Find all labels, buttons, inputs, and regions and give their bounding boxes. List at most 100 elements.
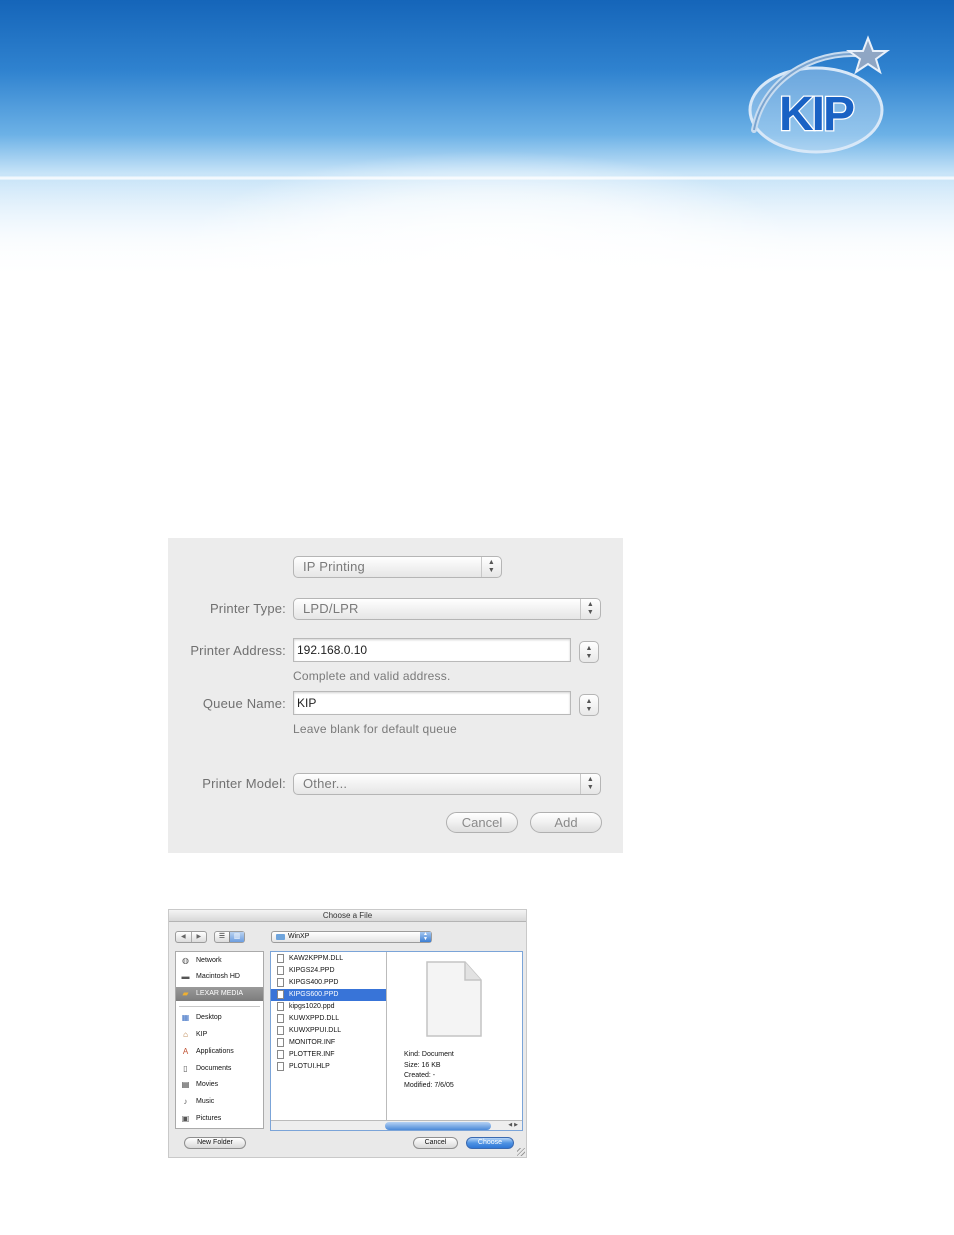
pictures-icon: ▣ — [181, 1114, 190, 1123]
file-browser: KAW2KPPM.DLL KIPGS24.PPD KIPGS400.PPD KI… — [270, 951, 523, 1131]
choose-file-dialog: Choose a File ◀ ▶ ☰ ▥ WinXP ▲ ▼ ◍ Network… — [168, 909, 527, 1158]
printer-type-popup[interactable]: LPD/LPR ▲ ▼ — [293, 598, 601, 620]
view-mode-buttons: ☰ ▥ — [214, 931, 245, 943]
file-name: KIPGS400.PPD — [289, 979, 339, 986]
removable-drive-icon: ▰ — [182, 989, 189, 998]
new-folder-button[interactable]: New Folder — [184, 1137, 246, 1149]
dialog-title: Choose a File — [169, 910, 526, 922]
sidebar-divider — [179, 1006, 260, 1007]
printer-address-hint: Complete and valid address. — [293, 669, 451, 683]
sidebar-item-label: Macintosh HD — [196, 973, 240, 980]
sidebar-item-label: Desktop — [196, 1014, 222, 1021]
sidebar-item-label: Network — [196, 957, 222, 964]
file-cancel-button[interactable]: Cancel — [413, 1137, 458, 1149]
sidebar-item-desktop[interactable]: ▦ Desktop — [176, 1011, 263, 1025]
file-name: PLOTTER.INF — [289, 1051, 335, 1058]
kip-logo: KIP — [748, 35, 891, 154]
file-row[interactable]: KUWXPPUI.DLL — [271, 1025, 386, 1037]
printer-address-label: Printer Address: — [190, 643, 286, 658]
popup-arrows-icon: ▲ ▼ — [481, 557, 501, 577]
desktop-icon: ▦ — [181, 1013, 190, 1022]
protocol-popup[interactable]: IP Printing ▲ ▼ — [293, 556, 502, 578]
sidebar-item-kip[interactable]: ⌂ KIP — [176, 1028, 263, 1042]
hard-drive-icon: ▬ — [181, 972, 190, 981]
file-row[interactable]: KUWXPPD.DLL — [271, 1013, 386, 1025]
document-icon — [277, 990, 284, 999]
printer-model-label: Printer Model: — [202, 776, 286, 791]
file-row[interactable]: PLOTUI.HLP — [271, 1061, 386, 1073]
preview-size: Size: 16 KB — [404, 1062, 441, 1069]
documents-icon: ▯ — [183, 1064, 188, 1073]
globe-icon: ◍ — [182, 956, 189, 965]
sidebar-item-documents[interactable]: ▯ Documents — [176, 1062, 263, 1076]
file-row[interactable]: PLOTTER.INF — [271, 1049, 386, 1061]
sidebar-item-network[interactable]: ◍ Network — [176, 954, 263, 968]
add-printer-dialog: IP Printing ▲ ▼ Printer Type: LPD/LPR ▲ ▼ … — [168, 538, 623, 853]
list-view-icon[interactable]: ☰ — [215, 932, 229, 942]
folder-popup[interactable]: WinXP ▲ ▼ — [271, 931, 432, 943]
sidebar-item-label: LEXAR MEDIA — [196, 990, 244, 997]
document-icon — [277, 966, 284, 975]
document-icon — [277, 1050, 284, 1059]
logo-text: KIP — [779, 88, 854, 141]
file-name: MONITOR.INF — [289, 1039, 336, 1046]
protocol-popup-value: IP Printing — [303, 559, 365, 574]
file-name: KUWXPPD.DLL — [289, 1015, 340, 1022]
file-row[interactable]: kipgs1020.ppd — [271, 1001, 386, 1013]
sidebar-item-movies[interactable]: ▤ Movies — [176, 1078, 263, 1092]
sidebar-item-lexar-media[interactable]: ▰ LEXAR MEDIA — [176, 987, 263, 1001]
printer-type-value: LPD/LPR — [303, 601, 359, 616]
sidebar-item-pictures[interactable]: ▣ Pictures — [176, 1112, 263, 1126]
queue-name-input[interactable]: KIP — [293, 691, 571, 715]
queue-name-label: Queue Name: — [202, 696, 286, 711]
file-row[interactable]: KAW2KPPM.DLL — [271, 953, 386, 965]
sidebar: ◍ Network ▬ Macintosh HD ▰ LEXAR MEDIA ▦… — [175, 951, 264, 1129]
file-list-column: KAW2KPPM.DLL KIPGS24.PPD KIPGS400.PPD KI… — [271, 952, 387, 1120]
preview-created: Created: - — [404, 1072, 436, 1079]
document-icon — [277, 1026, 284, 1035]
preview-modified: Modified: 7/6/05 — [404, 1082, 454, 1089]
document-icon — [277, 1002, 284, 1011]
cancel-button[interactable]: Cancel — [446, 812, 518, 833]
header-banner: KIP — [0, 0, 954, 280]
music-icon: ♪ — [183, 1097, 188, 1106]
document-icon — [277, 1014, 284, 1023]
document-icon — [277, 978, 284, 987]
scrollbar-thumb[interactable] — [385, 1122, 491, 1130]
file-row-selected[interactable]: KIPGS600.PPD — [271, 989, 386, 1001]
folder-icon — [276, 934, 285, 940]
file-name: KUWXPPUI.DLL — [289, 1027, 342, 1034]
printer-model-popup[interactable]: Other... ▲ ▼ — [293, 773, 601, 795]
popup-arrows-icon: ▲ ▼ — [420, 932, 431, 942]
document-icon — [277, 1062, 284, 1071]
file-name: PLOTUI.HLP — [289, 1063, 330, 1070]
sidebar-item-applications[interactable]: A Applications — [176, 1045, 263, 1059]
resize-grip-icon[interactable] — [517, 1148, 525, 1156]
sidebar-item-label: Applications — [196, 1048, 234, 1055]
popup-arrows-icon: ▲ ▼ — [580, 774, 600, 794]
printer-type-label: Printer Type: — [209, 601, 286, 616]
add-button[interactable]: Add — [530, 812, 602, 833]
column-view-icon[interactable]: ▥ — [229, 932, 244, 942]
sidebar-item-macintosh-hd[interactable]: ▬ Macintosh HD — [176, 970, 263, 984]
back-arrow-icon[interactable]: ◀ — [176, 932, 191, 942]
sidebar-item-label: Documents — [196, 1065, 232, 1072]
current-folder-name: WinXP — [288, 933, 310, 940]
file-row[interactable]: MONITOR.INF — [271, 1037, 386, 1049]
forward-arrow-icon[interactable]: ▶ — [190, 932, 207, 942]
file-row[interactable]: KIPGS400.PPD — [271, 977, 386, 989]
sidebar-item-label: Movies — [196, 1081, 219, 1088]
document-icon — [277, 954, 284, 963]
choose-button[interactable]: Choose — [466, 1137, 514, 1149]
banner-fade — [0, 180, 954, 280]
popup-arrows-icon: ▲ ▼ — [580, 599, 600, 619]
address-history-stepper[interactable]: ▲ ▼ — [579, 641, 599, 663]
scroll-arrows-icon[interactable]: ◀▶ — [508, 1121, 520, 1130]
printer-address-input[interactable]: 192.168.0.10 — [293, 638, 571, 662]
horizontal-scrollbar[interactable]: ◀▶ — [271, 1120, 522, 1130]
home-icon: ⌂ — [183, 1030, 188, 1039]
sidebar-item-label: Pictures — [196, 1115, 222, 1122]
file-row[interactable]: KIPGS24.PPD — [271, 965, 386, 977]
sidebar-item-music[interactable]: ♪ Music — [176, 1095, 263, 1109]
queue-history-stepper[interactable]: ▲ ▼ — [579, 694, 599, 716]
